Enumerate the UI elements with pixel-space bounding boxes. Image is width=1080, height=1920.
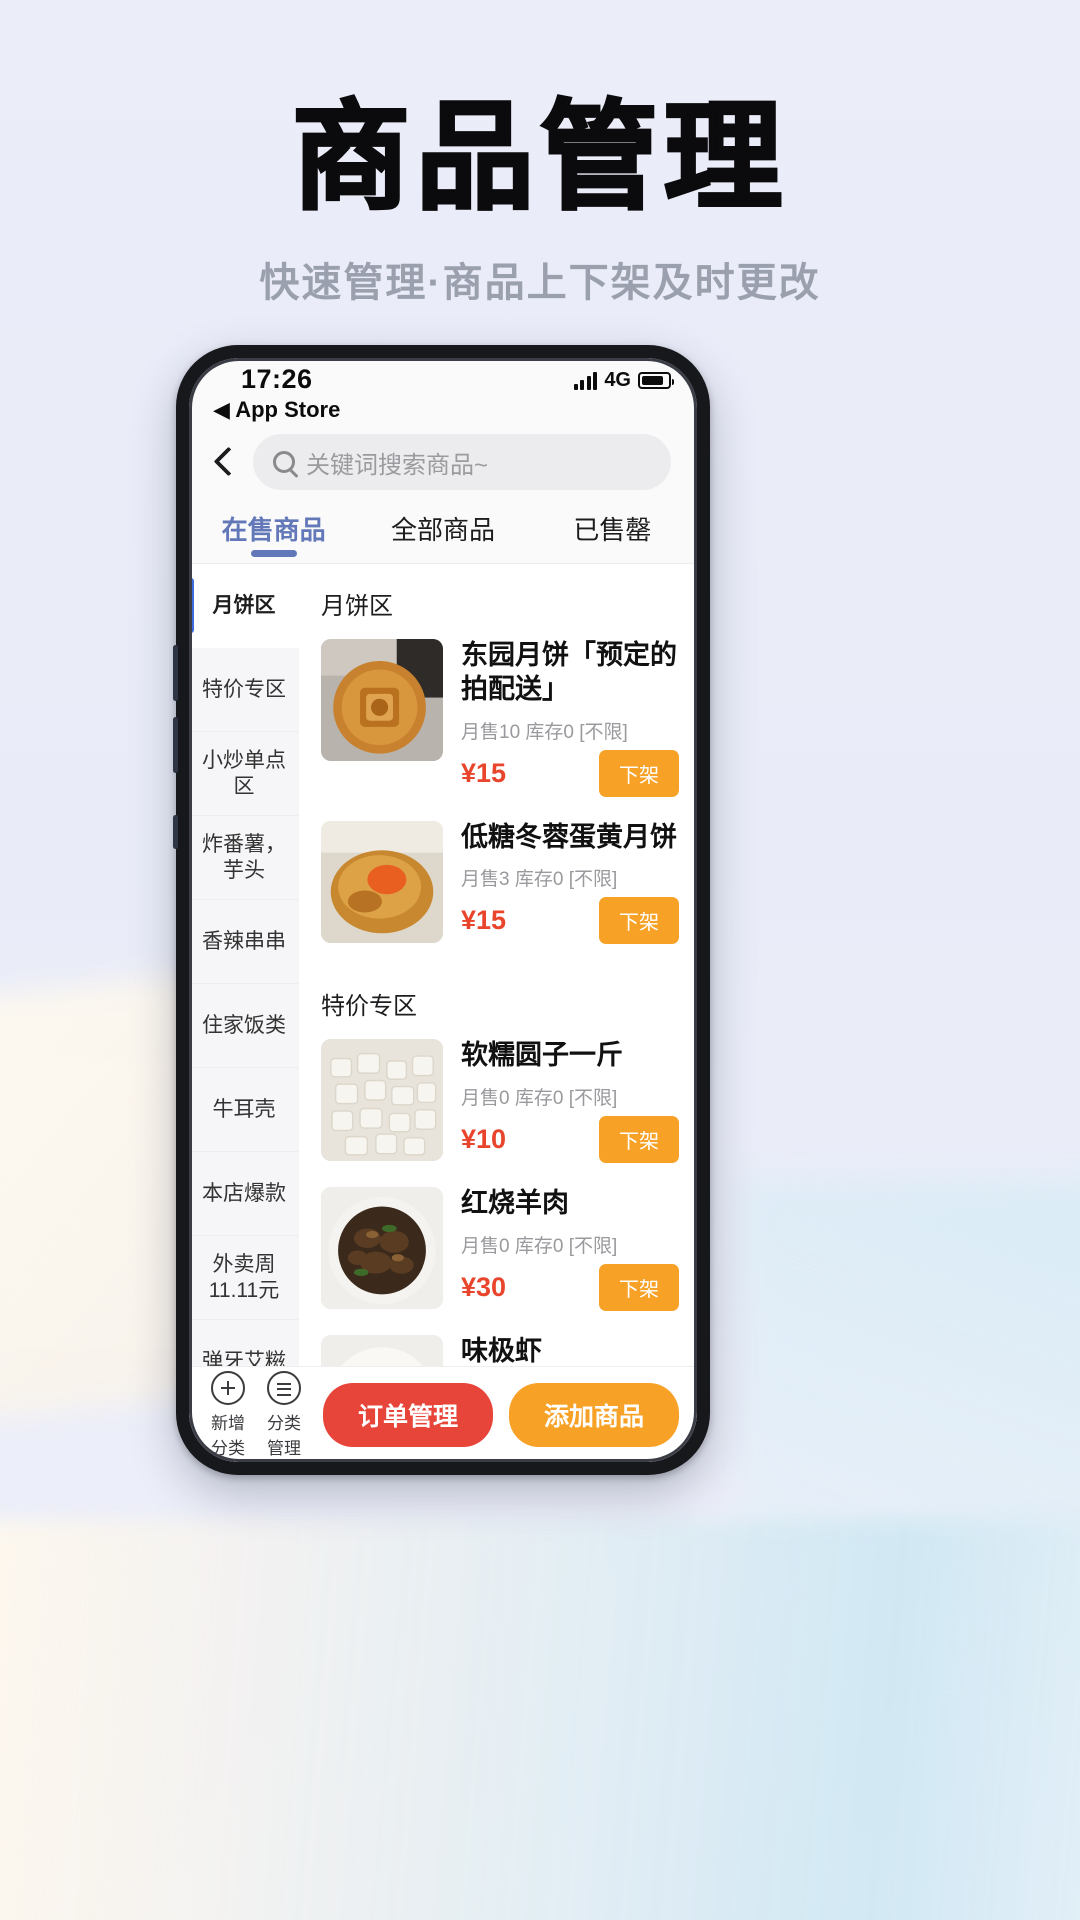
take-off-shelf-button[interactable]: 下架 xyxy=(599,897,679,945)
product-name: 味极虾 xyxy=(461,1335,542,1366)
product-name: 软糯圆子一斤 xyxy=(461,1040,623,1071)
product-price-row: ¥10 下架 xyxy=(461,1116,679,1163)
take-off-shelf-button[interactable]: 下架 xyxy=(599,749,679,797)
product-info: 东园月饼「预定的拍配送」 月售10 库存0 [不限] ¥15 下架 xyxy=(461,639,679,797)
product-name: 低糖冬蓉蛋黄月饼 xyxy=(461,821,677,852)
sidebar-item-special-offer[interactable]: 特价专区 xyxy=(189,648,299,732)
bottom-action-bar: 新增分类 分类管理 订单管理 添加商品 xyxy=(189,1366,697,1462)
product-item[interactable]: 低糖冬蓉蛋黄月饼 月售3 库存0 [不限] ¥15 下架 xyxy=(299,817,697,965)
product-price: ¥10 xyxy=(461,1124,507,1154)
volume-up-button[interactable] xyxy=(173,645,178,701)
product-stock-meta: 月售3 库存0 [不限] xyxy=(461,869,618,891)
sidebar-item-best-sellers[interactable]: 本店爆款 xyxy=(189,1152,299,1236)
phone-mockup: 17:26 ◀ App Store 4G 关键词搜索商品~ 在售商品 全部商品 … xyxy=(173,345,710,1475)
status-time: 17:26 xyxy=(241,364,313,394)
take-off-shelf-button[interactable]: 下架 xyxy=(599,1263,679,1311)
status-back-to-app-store[interactable]: ◀ App Store xyxy=(213,397,340,423)
sidebar-item-chewy-cake[interactable]: 弹牙艾糍 xyxy=(189,1320,299,1366)
product-item[interactable]: 东园月饼「预定的拍配送」 月售10 库存0 [不限] ¥15 下架 xyxy=(299,635,697,817)
sidebar-item-spicy-skewers[interactable]: 香辣串串 xyxy=(189,900,299,984)
product-info: 红烧羊肉 月售0 库存0 [不限] ¥30 下架 xyxy=(461,1187,679,1311)
add-category-label: 新增分类 xyxy=(211,1413,245,1458)
search-input[interactable]: 关键词搜索商品~ xyxy=(253,434,671,490)
sidebar-item-stirfry[interactable]: 小炒单点区 xyxy=(189,732,299,816)
product-price-row: ¥30 下架 xyxy=(461,1263,679,1311)
back-button[interactable] xyxy=(209,444,239,480)
status-bar: 17:26 ◀ App Store 4G xyxy=(189,358,697,426)
tab-sold-out[interactable]: 已售罄 xyxy=(528,506,697,563)
search-row: 关键词搜索商品~ xyxy=(189,426,697,506)
take-off-shelf-button[interactable]: 下架 xyxy=(599,1116,679,1163)
product-item[interactable]: 软糯圆子一斤 月售0 库存0 [不限] ¥10 下架 xyxy=(299,1035,697,1183)
phone-screen: 17:26 ◀ App Store 4G 关键词搜索商品~ 在售商品 全部商品 … xyxy=(189,358,697,1462)
content-area: 月饼区 特价专区 小炒单点区 炸番薯，芋头 香辣串串 住家饭类 牛耳壳 本店爆款… xyxy=(189,564,697,1366)
manage-category-button[interactable]: 分类管理 xyxy=(267,1370,301,1459)
network-label: 4G xyxy=(604,369,631,391)
category-sidebar[interactable]: 月饼区 特价专区 小炒单点区 炸番薯，芋头 香辣串串 住家饭类 牛耳壳 本店爆款… xyxy=(189,564,299,1366)
product-price-row: ¥15 下架 xyxy=(461,897,679,945)
product-price: ¥15 xyxy=(461,905,507,936)
sidebar-item-weekly-special[interactable]: 外卖周11.11元 xyxy=(189,1236,299,1320)
background-brush-bottom xyxy=(0,1520,1080,1920)
list-circle-icon xyxy=(267,1370,301,1405)
product-stock-meta: 月售10 库存0 [不限] xyxy=(461,721,628,743)
volume-down-button[interactable] xyxy=(173,717,178,773)
poster-headline: 商品管理 快速管理·商品上下架及时更改 xyxy=(0,88,1080,308)
group-title-mooncake: 月饼区 xyxy=(321,593,393,620)
product-item[interactable]: 味极虾 月售0 库存0 [不限] ¥26 下架 xyxy=(299,1331,697,1366)
product-price-row: ¥15 下架 xyxy=(461,749,679,797)
signal-icon xyxy=(573,371,598,390)
product-info: 软糯圆子一斤 月售0 库存0 [不限] ¥10 下架 xyxy=(461,1039,679,1163)
product-image-shrimp xyxy=(321,1334,443,1366)
plus-circle-icon xyxy=(211,1370,245,1405)
product-info: 味极虾 月售0 库存0 [不限] ¥26 下架 xyxy=(461,1335,679,1366)
sidebar-item-home-meals[interactable]: 住家饭类 xyxy=(189,984,299,1068)
product-info: 低糖冬蓉蛋黄月饼 月售3 库存0 [不限] ¥15 下架 xyxy=(461,821,679,945)
status-indicators: 4G xyxy=(573,369,674,392)
power-button[interactable] xyxy=(173,815,178,849)
sidebar-item-niuerke[interactable]: 牛耳壳 xyxy=(189,1068,299,1152)
search-placeholder: 关键词搜索商品~ xyxy=(306,451,489,479)
product-price: ¥15 xyxy=(461,757,507,788)
product-stock-meta: 月售0 库存0 [不限] xyxy=(461,1235,618,1257)
product-name: 红烧羊肉 xyxy=(461,1188,569,1218)
sidebar-item-fried-sweet-potato[interactable]: 炸番薯，芋头 xyxy=(189,816,299,900)
product-name: 东园月饼「预定的拍配送」 xyxy=(461,640,677,704)
order-management-button[interactable]: 订单管理 xyxy=(323,1382,493,1447)
product-item[interactable]: 红烧羊肉 月售0 库存0 [不限] ¥30 下架 xyxy=(299,1183,697,1331)
product-stock-meta: 月售0 库存0 [不限] xyxy=(461,1088,618,1109)
group-title-special-offer: 特价专区 xyxy=(321,993,417,1021)
tab-all-products[interactable]: 全部商品 xyxy=(358,506,527,563)
product-price: ¥30 xyxy=(461,1271,507,1302)
page-subtitle: 快速管理·商品上下架及时更改 xyxy=(259,261,821,305)
product-image-mooncake xyxy=(321,639,443,761)
battery-icon xyxy=(638,372,674,389)
product-image-rice-balls xyxy=(321,1039,443,1162)
tab-bar: 在售商品 全部商品 已售罄 xyxy=(189,506,697,564)
search-icon xyxy=(273,451,295,473)
tab-on-sale[interactable]: 在售商品 xyxy=(189,506,358,563)
product-image-braised-lamb xyxy=(321,1187,443,1309)
product-image-pastry xyxy=(321,820,443,943)
primary-actions: 订单管理 添加商品 xyxy=(323,1382,679,1447)
page-title: 商品管理 xyxy=(290,88,788,226)
add-category-button[interactable]: 新增分类 xyxy=(211,1370,245,1459)
sidebar-item-mooncake[interactable]: 月饼区 xyxy=(189,564,299,648)
product-list[interactable]: 月饼区 东园月饼「预定的拍配送」 月售10 库存0 [不限] ¥15 下架 低糖… xyxy=(299,564,697,1366)
manage-category-label: 分类管理 xyxy=(267,1413,301,1458)
add-product-button[interactable]: 添加商品 xyxy=(509,1382,679,1447)
